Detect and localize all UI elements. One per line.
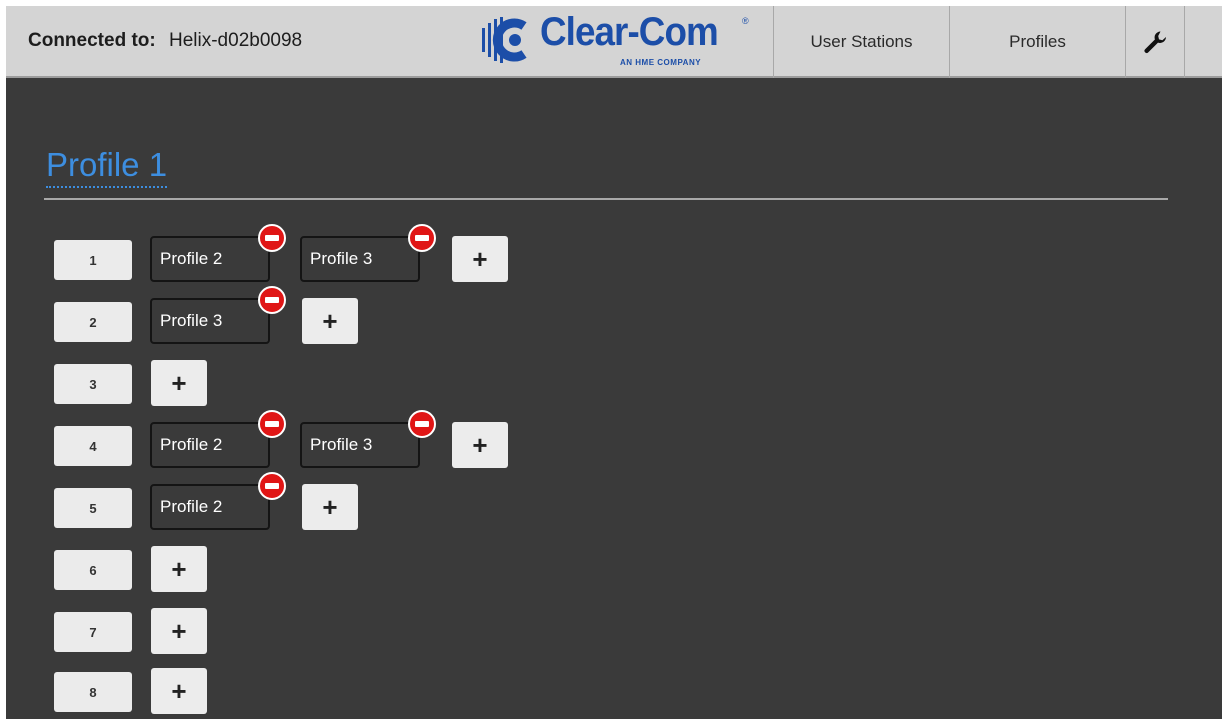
profile-chip[interactable]: Profile 3 (150, 298, 270, 344)
profile-chip[interactable]: Profile 2 (150, 484, 270, 530)
profile-chip[interactable]: Profile 2 (150, 236, 270, 282)
connected-device: Helix-d02b0098 (169, 30, 303, 51)
profile-chip-label: Profile 2 (160, 435, 223, 454)
profile-chip-label: Profile 2 (160, 249, 223, 268)
remove-profile-button[interactable] (408, 224, 436, 252)
top-bar: Connected to: Helix-d02b0098 Clear-Com ®… (6, 6, 1222, 78)
remove-icon (265, 483, 279, 489)
remove-icon (415, 235, 429, 241)
row-number-button-3[interactable]: 3 (54, 364, 132, 404)
profile-chip-label: Profile 3 (160, 311, 223, 330)
remove-icon (265, 235, 279, 241)
plus-icon: + (322, 306, 338, 336)
remove-profile-button[interactable] (258, 286, 286, 314)
page-title: Profile 1 (46, 146, 168, 188)
profile-chip[interactable]: Profile 3 (300, 422, 420, 468)
profile-chip-label: Profile 3 (310, 435, 373, 454)
add-profile-button[interactable]: + (452, 236, 508, 282)
row-number-button-7[interactable]: 7 (54, 612, 132, 652)
add-profile-button[interactable]: + (151, 360, 207, 406)
clear-com-logo: Clear-Com ® AN HME COMPANY (480, 10, 760, 74)
remove-icon (265, 297, 279, 303)
plus-icon: + (322, 492, 338, 522)
add-profile-button[interactable]: + (302, 484, 358, 530)
profile-chip[interactable]: Profile 2 (150, 422, 270, 468)
plus-icon: + (171, 676, 187, 706)
tab-profiles-label: Profiles (1009, 32, 1066, 51)
remove-profile-button[interactable] (258, 410, 286, 438)
logo-registered-mark: ® (742, 16, 749, 26)
tab-user-stations[interactable]: User Stations (773, 6, 949, 78)
plus-icon: + (171, 368, 187, 398)
logo-tagline: AN HME COMPANY (620, 58, 702, 67)
add-profile-button[interactable]: + (151, 546, 207, 592)
remove-icon (415, 421, 429, 427)
row-number-button-2[interactable]: 2 (54, 302, 132, 342)
plus-icon: + (472, 244, 488, 274)
logo-mark-icon (482, 17, 527, 63)
wrench-icon (1144, 31, 1166, 54)
plus-icon: + (472, 430, 488, 460)
profile-chip[interactable]: Profile 3 (300, 236, 420, 282)
row-number-button-8[interactable]: 8 (54, 672, 132, 712)
remove-icon (265, 421, 279, 427)
tab-user-stations-label: User Stations (810, 32, 913, 51)
add-profile-button[interactable]: + (151, 668, 207, 714)
app-window: Connected to: Helix-d02b0098 Clear-Com ®… (6, 6, 1222, 719)
remove-profile-button[interactable] (408, 410, 436, 438)
remove-profile-button[interactable] (258, 472, 286, 500)
settings-button[interactable] (1125, 6, 1185, 78)
plus-icon: + (171, 554, 187, 584)
row-number-button-5[interactable]: 5 (54, 488, 132, 528)
row-number-button-6[interactable]: 6 (54, 550, 132, 590)
logo-wordmark: Clear-Com (540, 10, 719, 54)
connected-label: Connected to: (28, 30, 156, 51)
profile-chip-label: Profile 3 (310, 249, 373, 268)
profile-chip-label: Profile 2 (160, 497, 223, 516)
connection-status: Connected to: Helix-d02b0098 (28, 30, 302, 52)
add-profile-button[interactable]: + (151, 608, 207, 654)
tab-profiles[interactable]: Profiles (949, 6, 1125, 78)
remove-profile-button[interactable] (258, 224, 286, 252)
plus-icon: + (171, 616, 187, 646)
row-number-button-1[interactable]: 1 (54, 240, 132, 280)
title-divider (44, 198, 1168, 200)
add-profile-button[interactable]: + (452, 422, 508, 468)
add-profile-button[interactable]: + (302, 298, 358, 344)
row-number-button-4[interactable]: 4 (54, 426, 132, 466)
